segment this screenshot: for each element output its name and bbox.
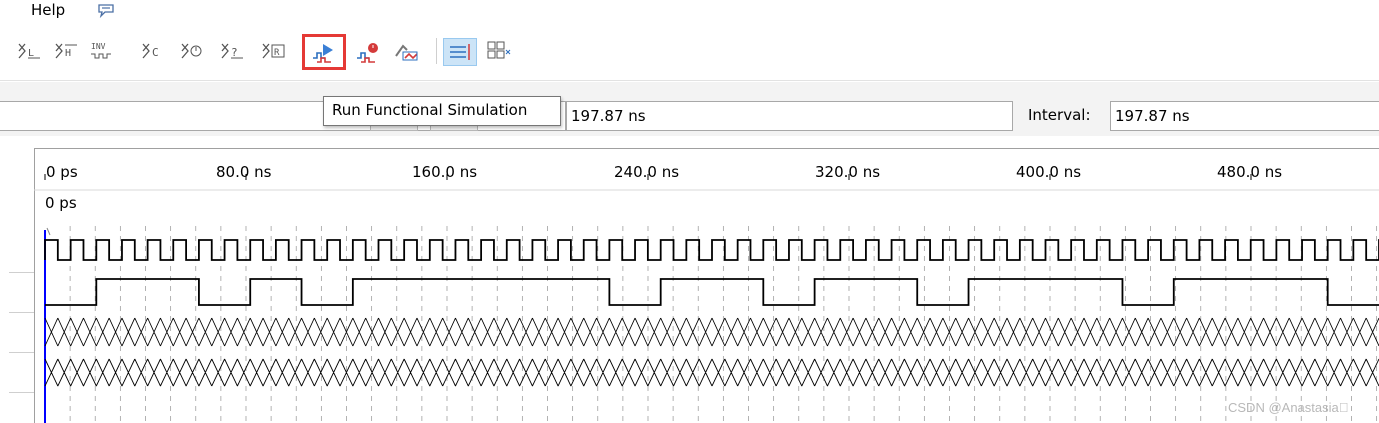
ruler-tick-label: 400.0 ns <box>1016 163 1082 181</box>
clock-waveform <box>44 239 1379 261</box>
toolbar-separator <box>436 38 437 64</box>
ruler-tick-label: 80.0 ns <box>216 163 272 181</box>
toolbar <box>0 30 1379 82</box>
generate-netlist-icon[interactable] <box>393 36 419 66</box>
overwrite-clock-icon[interactable] <box>179 36 205 66</box>
svg-text:C: C <box>152 46 159 59</box>
run-timing-simulation-icon[interactable] <box>355 36 381 66</box>
interval-field[interactable]: 197.87 ns <box>1110 101 1379 131</box>
master-time-field[interactable]: 197.87 ns <box>566 101 1013 131</box>
wave-gap <box>0 136 1379 148</box>
cursor-mark <box>46 227 51 236</box>
grid-icon[interactable] <box>486 36 512 66</box>
force-high-icon[interactable]: H <box>53 36 79 66</box>
panel-band <box>0 82 1379 100</box>
count-value-icon[interactable]: C <box>140 36 166 66</box>
signal-name-pane <box>0 148 35 423</box>
row-divider <box>9 272 34 273</box>
interval-label: Interval: <box>1028 106 1091 124</box>
svg-text:H: H <box>65 48 71 59</box>
ruler-tick-label: 0 ps <box>46 163 78 181</box>
run-functional-simulation-icon[interactable] <box>311 36 337 66</box>
row-divider <box>9 392 34 393</box>
toolbar-divider <box>0 80 1379 81</box>
bus-waveform <box>44 358 1379 387</box>
watermark: CSDN @Anastasia  <box>1228 400 1349 415</box>
ruler-tick-label: 240.0 ns <box>614 163 680 181</box>
ruler-tick-label: 320.0 ns <box>815 163 881 181</box>
invert-icon[interactable]: INV <box>89 36 115 66</box>
svg-text:?: ? <box>231 46 238 59</box>
svg-text:INV: INV <box>91 42 106 51</box>
menu-help[interactable]: Help <box>31 0 65 20</box>
snap-to-grid-button[interactable] <box>443 38 477 66</box>
ruler-tick-label: 480.0 ns <box>1217 163 1283 181</box>
waveform-canvas[interactable] <box>34 148 1379 423</box>
signal-waveform <box>45 278 1379 306</box>
svg-text:L: L <box>28 48 34 59</box>
unknown-value-icon[interactable]: ? <box>219 36 245 66</box>
force-low-icon[interactable]: L <box>16 36 42 66</box>
row-divider <box>9 352 34 353</box>
svg-text:R: R <box>274 48 280 58</box>
row-divider <box>9 312 34 313</box>
tooltip: Run Functional Simulation <box>323 96 561 126</box>
bus-waveform <box>44 317 1379 347</box>
ruler-tick-label: 160.0 ns <box>412 163 478 181</box>
feedback-icon[interactable] <box>96 2 118 19</box>
random-values-icon[interactable]: R <box>260 36 286 66</box>
cursor-time-label: 0 ps <box>45 194 77 212</box>
menu-bar: Help <box>0 0 1379 24</box>
